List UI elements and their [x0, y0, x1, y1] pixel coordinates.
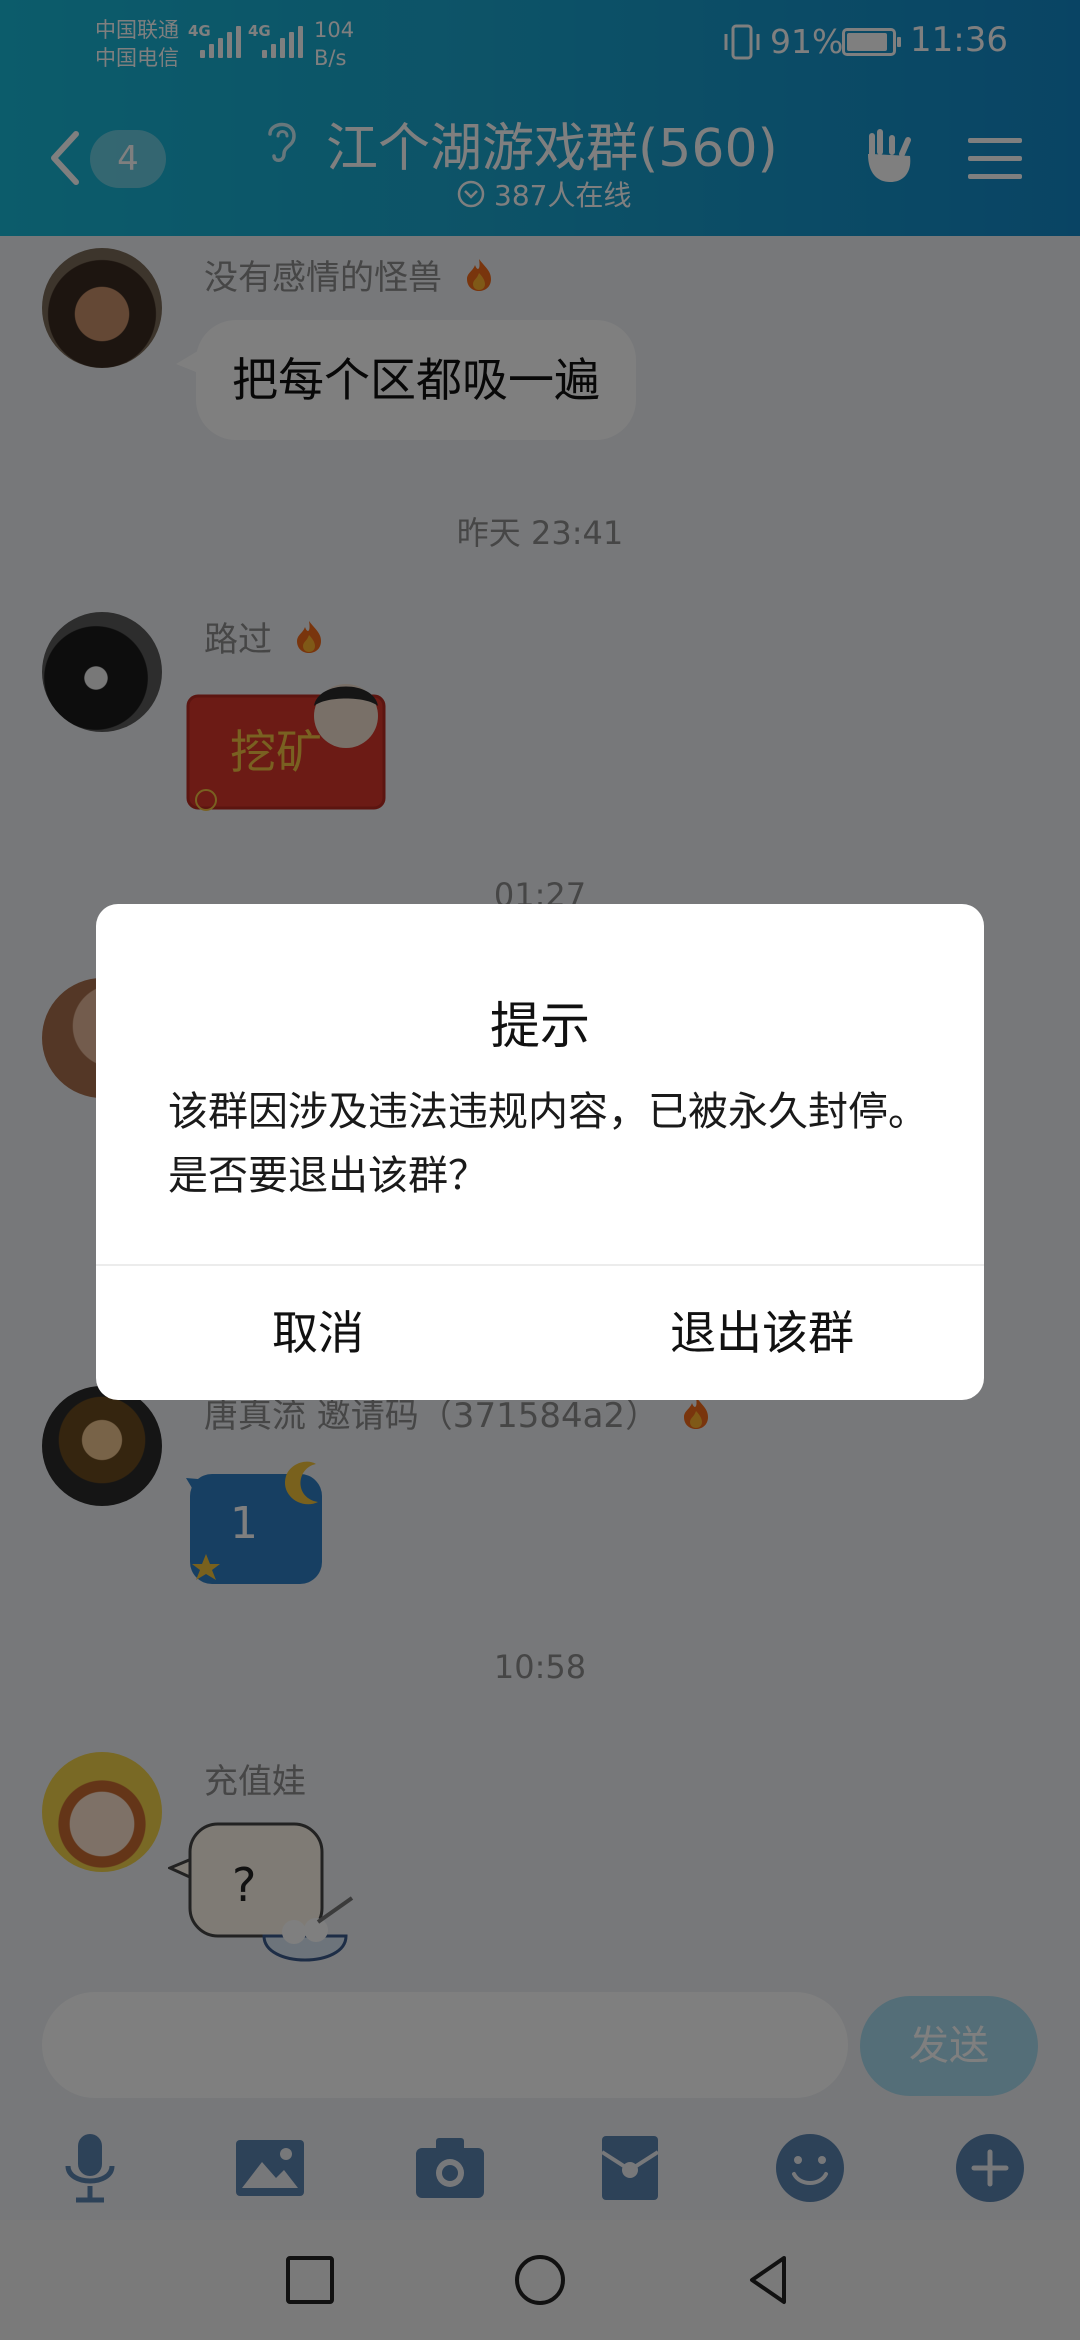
cancel-button[interactable]: 取消 [96, 1266, 540, 1400]
exit-group-button[interactable]: 退出该群 [540, 1266, 984, 1400]
dialog-message: 该群因涉及违法违规内容，已被永久封停。是否要退出该群？ [168, 1089, 928, 1199]
dialog-title: 提示 [490, 997, 590, 1055]
alert-dialog: 提示 该群因涉及违法违规内容，已被永久封停。是否要退出该群？ 取消 退出该群 [96, 904, 984, 1400]
